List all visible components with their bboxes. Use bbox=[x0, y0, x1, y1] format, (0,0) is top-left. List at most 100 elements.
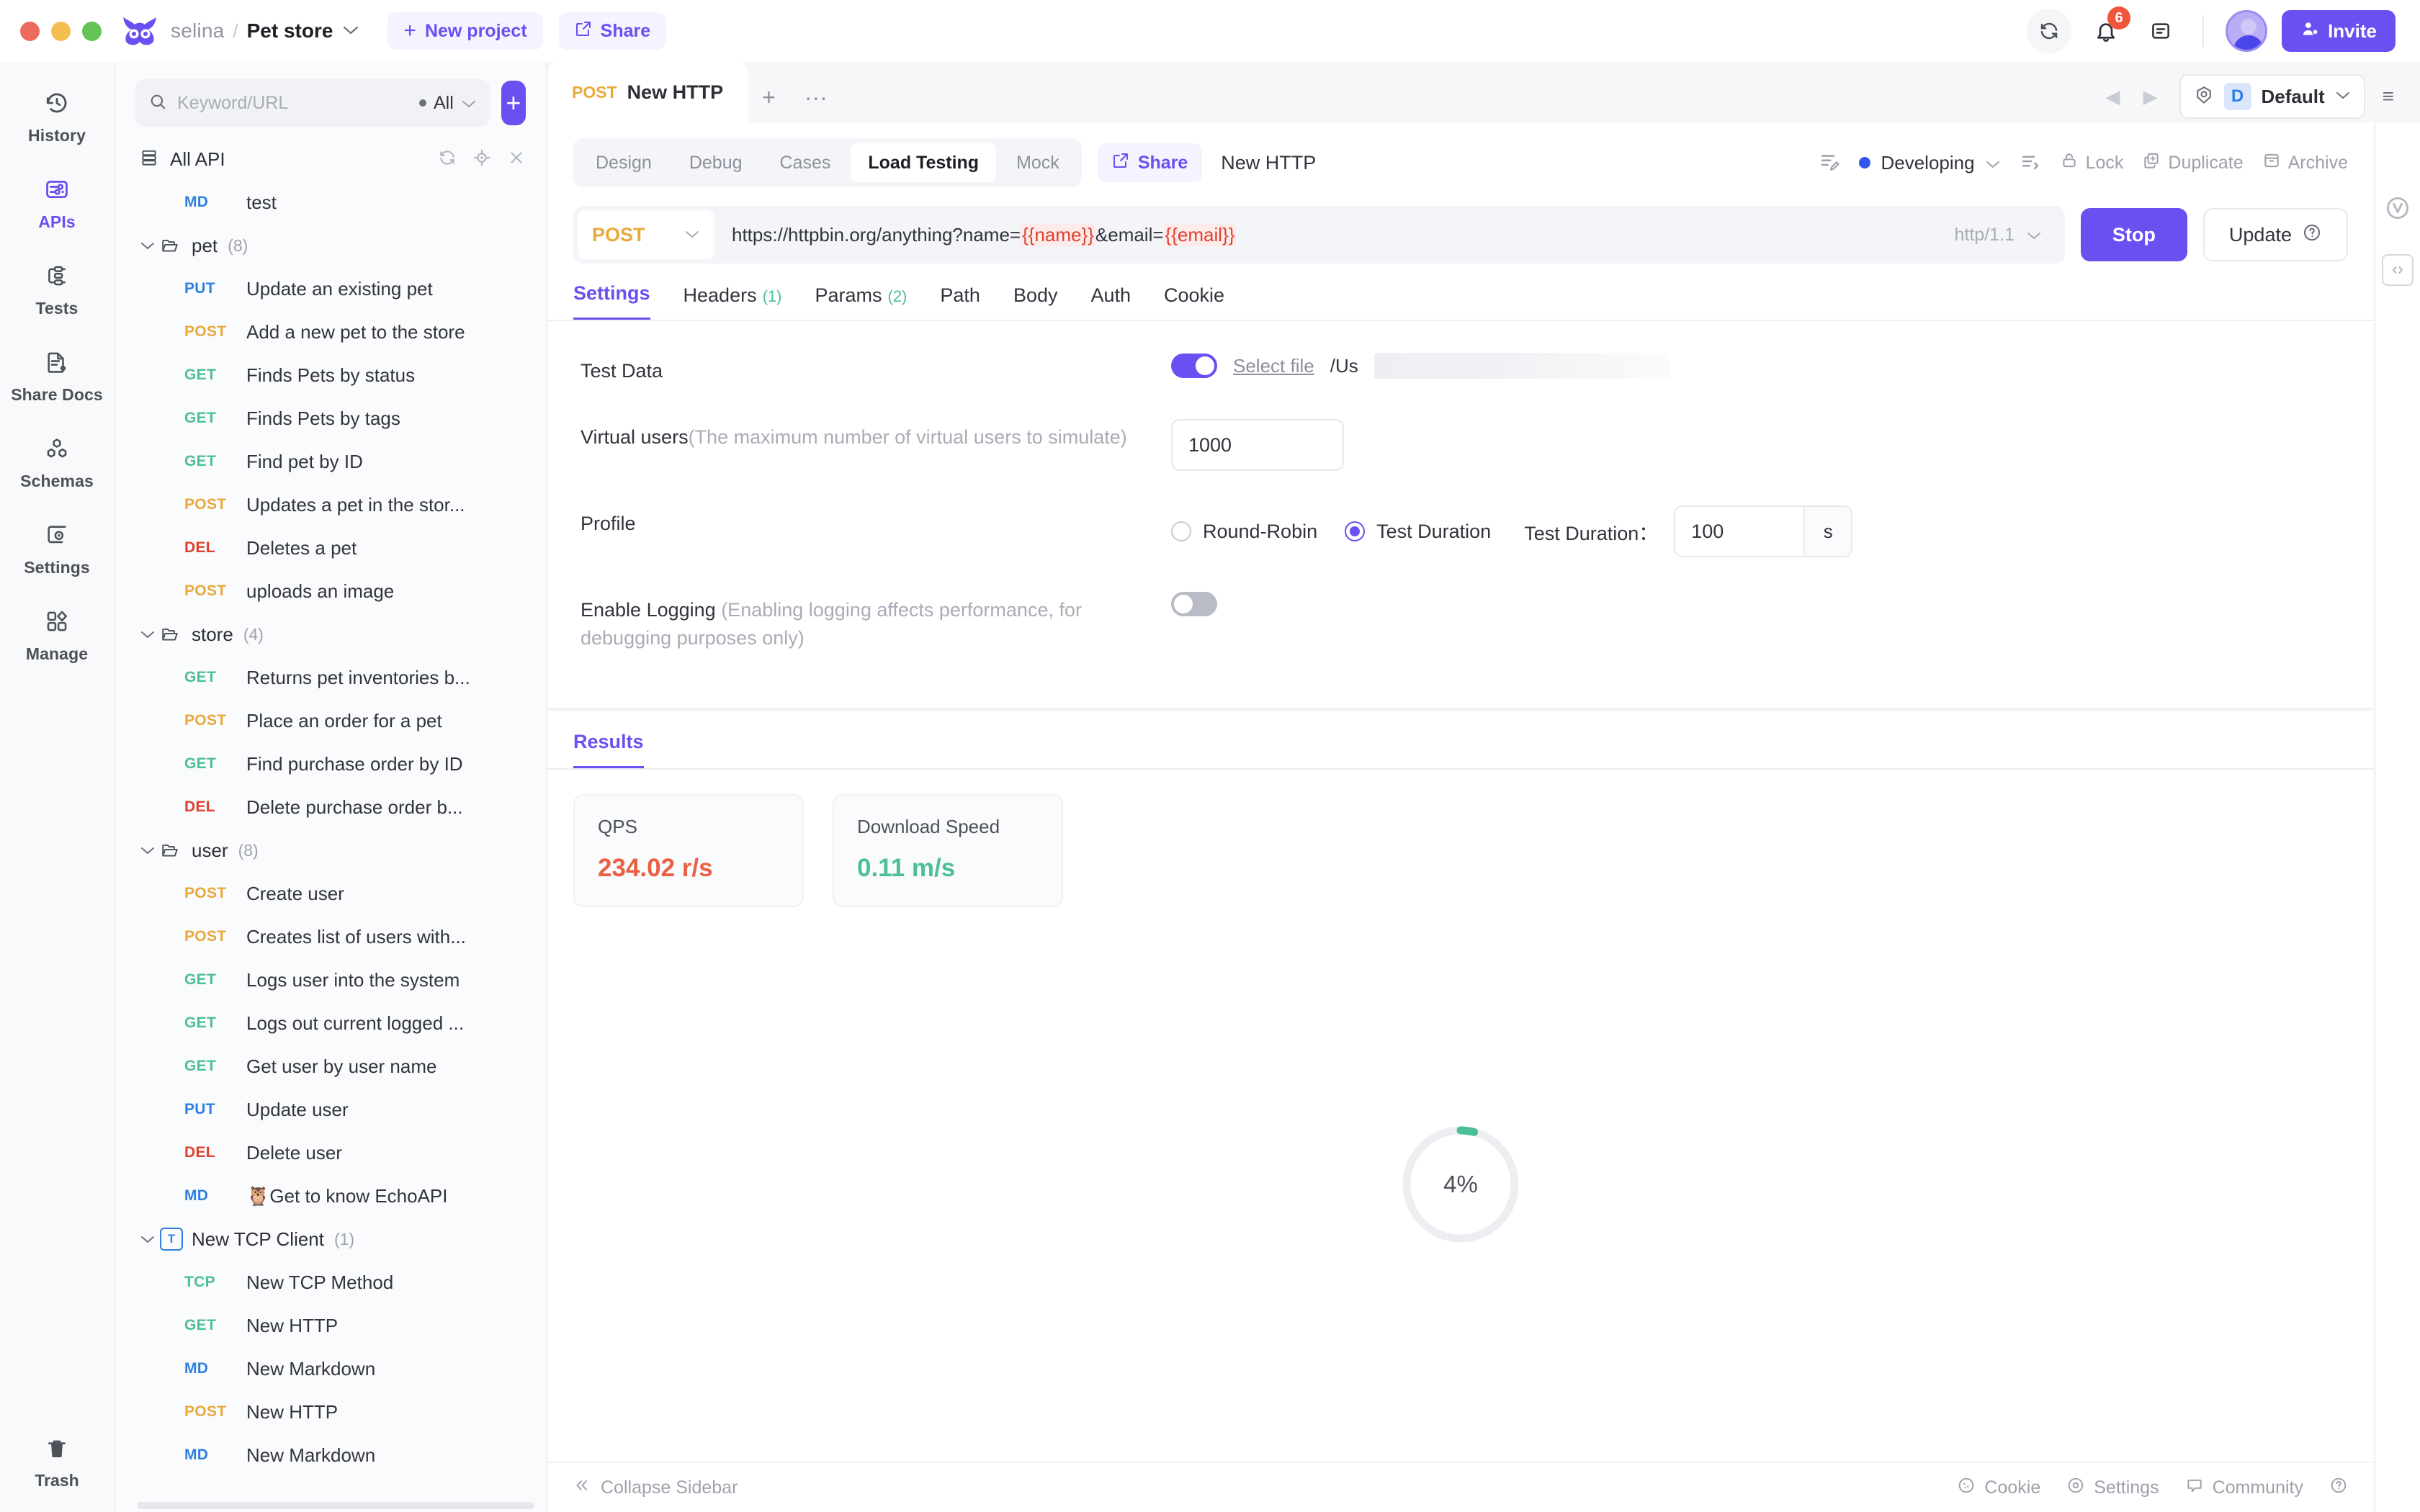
help-circle-icon[interactable] bbox=[2302, 222, 2322, 248]
tree-item[interactable]: POST New HTTP bbox=[115, 1390, 546, 1434]
search-filter-select[interactable]: All bbox=[419, 93, 477, 114]
tree-item[interactable]: GET Get user by user name bbox=[115, 1045, 546, 1088]
tree-item[interactable]: MD 🦉Get to know EchoAPI bbox=[115, 1174, 546, 1218]
tree-item[interactable]: POST Updates a pet in the stor... bbox=[115, 483, 546, 526]
community-button[interactable]: Community bbox=[2185, 1476, 2303, 1500]
request-status-select[interactable]: Developing bbox=[1859, 152, 2000, 174]
tree-tcp-client[interactable]: T New TCP Client (1) bbox=[115, 1218, 546, 1261]
select-file-link[interactable]: Select file bbox=[1233, 355, 1314, 377]
collapse-all-icon[interactable] bbox=[507, 148, 526, 171]
search-input[interactable] bbox=[177, 92, 409, 114]
subtab-settings[interactable]: Settings bbox=[573, 282, 650, 321]
notes-button[interactable] bbox=[2141, 11, 2181, 51]
subtab-headers[interactable]: Headers (1) bbox=[684, 284, 782, 320]
test-duration-input[interactable]: 100 bbox=[1675, 507, 1804, 557]
close-window-button[interactable] bbox=[20, 21, 40, 41]
new-tab-button[interactable]: + bbox=[748, 84, 790, 111]
radio-round-robin[interactable]: Round-Robin bbox=[1171, 521, 1317, 543]
tab-mock[interactable]: Mock bbox=[999, 143, 1077, 182]
subtab-path[interactable]: Path bbox=[940, 284, 980, 320]
http-method-select[interactable]: POST bbox=[578, 210, 714, 259]
tree-folder[interactable]: store (4) bbox=[115, 613, 546, 656]
radio-test-duration[interactable]: Test Duration bbox=[1345, 521, 1491, 543]
tree-item[interactable]: GET Find purchase order by ID bbox=[115, 742, 546, 786]
chevron-down-icon[interactable] bbox=[140, 629, 160, 639]
sidebar-item-share-docs[interactable]: Share Docs bbox=[6, 338, 107, 415]
tree-item[interactable]: GET Finds Pets by status bbox=[115, 354, 546, 397]
tree-item[interactable]: GET Logs user into the system bbox=[115, 958, 546, 1002]
add-api-button[interactable]: + bbox=[501, 81, 526, 125]
user-avatar[interactable] bbox=[2226, 10, 2268, 52]
tree-item[interactable]: PUT Update an existing pet bbox=[115, 267, 546, 310]
sidebar-item-apis[interactable]: APIs bbox=[6, 166, 107, 242]
chevron-down-icon[interactable] bbox=[140, 845, 160, 855]
chevron-down-icon[interactable] bbox=[140, 1234, 160, 1244]
notifications-button[interactable]: 6 bbox=[2086, 6, 2131, 51]
stop-button[interactable]: Stop bbox=[2080, 208, 2187, 261]
breadcrumb-project[interactable]: Pet store bbox=[247, 19, 333, 42]
virtual-users-input[interactable]: 1000 bbox=[1171, 419, 1344, 472]
tree-item[interactable]: TCP New TCP Method bbox=[115, 1261, 546, 1304]
tab-cases[interactable]: Cases bbox=[763, 143, 848, 182]
collapse-sidebar-button[interactable]: Collapse Sidebar bbox=[573, 1477, 738, 1499]
tab-load-testing[interactable]: Load Testing bbox=[851, 143, 997, 182]
tree-item[interactable]: POST Creates list of users with... bbox=[115, 915, 546, 958]
tree-item[interactable]: GET Finds Pets by tags bbox=[115, 397, 546, 440]
search-box[interactable]: All bbox=[135, 79, 490, 127]
sidebar-item-settings[interactable]: Settings bbox=[6, 511, 107, 588]
tree-item[interactable]: DEL Delete user bbox=[115, 1131, 546, 1174]
url-input[interactable]: https://httpbin.org/anything?name={{name… bbox=[714, 223, 1948, 246]
tree-item[interactable]: DEL Deletes a pet bbox=[115, 526, 546, 570]
sidebar-item-schemas[interactable]: Schemas bbox=[6, 425, 107, 501]
environment-menu-icon[interactable]: ≡ bbox=[2371, 85, 2406, 108]
tree-item[interactable]: GET Returns pet inventories b... bbox=[115, 656, 546, 699]
tree-item[interactable]: POST uploads an image bbox=[115, 570, 546, 613]
nav-forward-icon[interactable]: ▶ bbox=[2135, 86, 2166, 108]
all-api-header[interactable]: All API bbox=[115, 135, 546, 181]
tree-item[interactable]: PUT Update user bbox=[115, 1088, 546, 1131]
sync-button[interactable] bbox=[2027, 9, 2072, 53]
window-traffic-lights[interactable] bbox=[20, 21, 102, 41]
lock-button[interactable]: Lock bbox=[2060, 151, 2123, 175]
chevron-down-icon[interactable] bbox=[140, 240, 160, 251]
subtab-auth[interactable]: Auth bbox=[1090, 284, 1131, 320]
breadcrumb-owner[interactable]: selina bbox=[171, 19, 224, 42]
maximize-window-button[interactable] bbox=[82, 21, 102, 41]
invite-button[interactable]: Invite bbox=[2282, 10, 2396, 52]
tab-debug[interactable]: Debug bbox=[672, 143, 760, 182]
tree-item[interactable]: MD test bbox=[115, 181, 546, 224]
tree-item[interactable]: POST Add a new pet to the store bbox=[115, 310, 546, 354]
document-tab-new-http[interactable]: POST New HTTP bbox=[547, 62, 748, 122]
vercel-badge-icon[interactable] bbox=[2384, 194, 2411, 225]
horizontal-scrollbar[interactable] bbox=[137, 1502, 534, 1509]
test-duration-field[interactable]: 100 s bbox=[1674, 505, 1853, 558]
sidebar-item-trash[interactable]: Trash bbox=[35, 1437, 79, 1490]
request-title[interactable]: New HTTP bbox=[1221, 152, 1316, 174]
tab-results[interactable]: Results bbox=[573, 731, 644, 770]
chevron-down-icon[interactable] bbox=[343, 23, 359, 40]
duplicate-button[interactable]: Duplicate bbox=[2142, 151, 2244, 175]
update-button[interactable]: Update bbox=[2202, 208, 2348, 261]
environment-selector[interactable]: D Default bbox=[2179, 74, 2365, 119]
tree-item[interactable]: POST Create user bbox=[115, 872, 546, 915]
tree-item[interactable]: GET Find pet by ID bbox=[115, 440, 546, 483]
tree-item[interactable]: MD New Markdown bbox=[115, 1347, 546, 1390]
tree-item[interactable]: DEL Delete purchase order b... bbox=[115, 786, 546, 829]
locate-icon[interactable] bbox=[472, 148, 491, 171]
cookie-button[interactable]: Cookie bbox=[1957, 1476, 2040, 1500]
new-project-button[interactable]: + New project bbox=[387, 12, 543, 50]
sidebar-item-manage[interactable]: Manage bbox=[6, 598, 107, 674]
code-snippet-icon[interactable] bbox=[2382, 254, 2414, 286]
sidebar-item-tests[interactable]: Tests bbox=[6, 252, 107, 328]
archive-button[interactable]: Archive bbox=[2262, 151, 2348, 175]
subtab-body[interactable]: Body bbox=[1013, 284, 1058, 320]
test-data-toggle[interactable] bbox=[1171, 354, 1217, 378]
tree-item[interactable]: GET New HTTP bbox=[115, 1304, 546, 1347]
http-version-select[interactable]: http/1.1 bbox=[1948, 225, 2061, 246]
nav-back-icon[interactable]: ◀ bbox=[2097, 86, 2129, 108]
tree-item[interactable]: MD New Markdown bbox=[115, 1434, 546, 1477]
sidebar-item-history[interactable]: History bbox=[6, 79, 107, 156]
tab-more-button[interactable]: ··· bbox=[790, 84, 842, 111]
help-button[interactable] bbox=[2329, 1476, 2348, 1500]
tree-folder[interactable]: pet (8) bbox=[115, 224, 546, 267]
